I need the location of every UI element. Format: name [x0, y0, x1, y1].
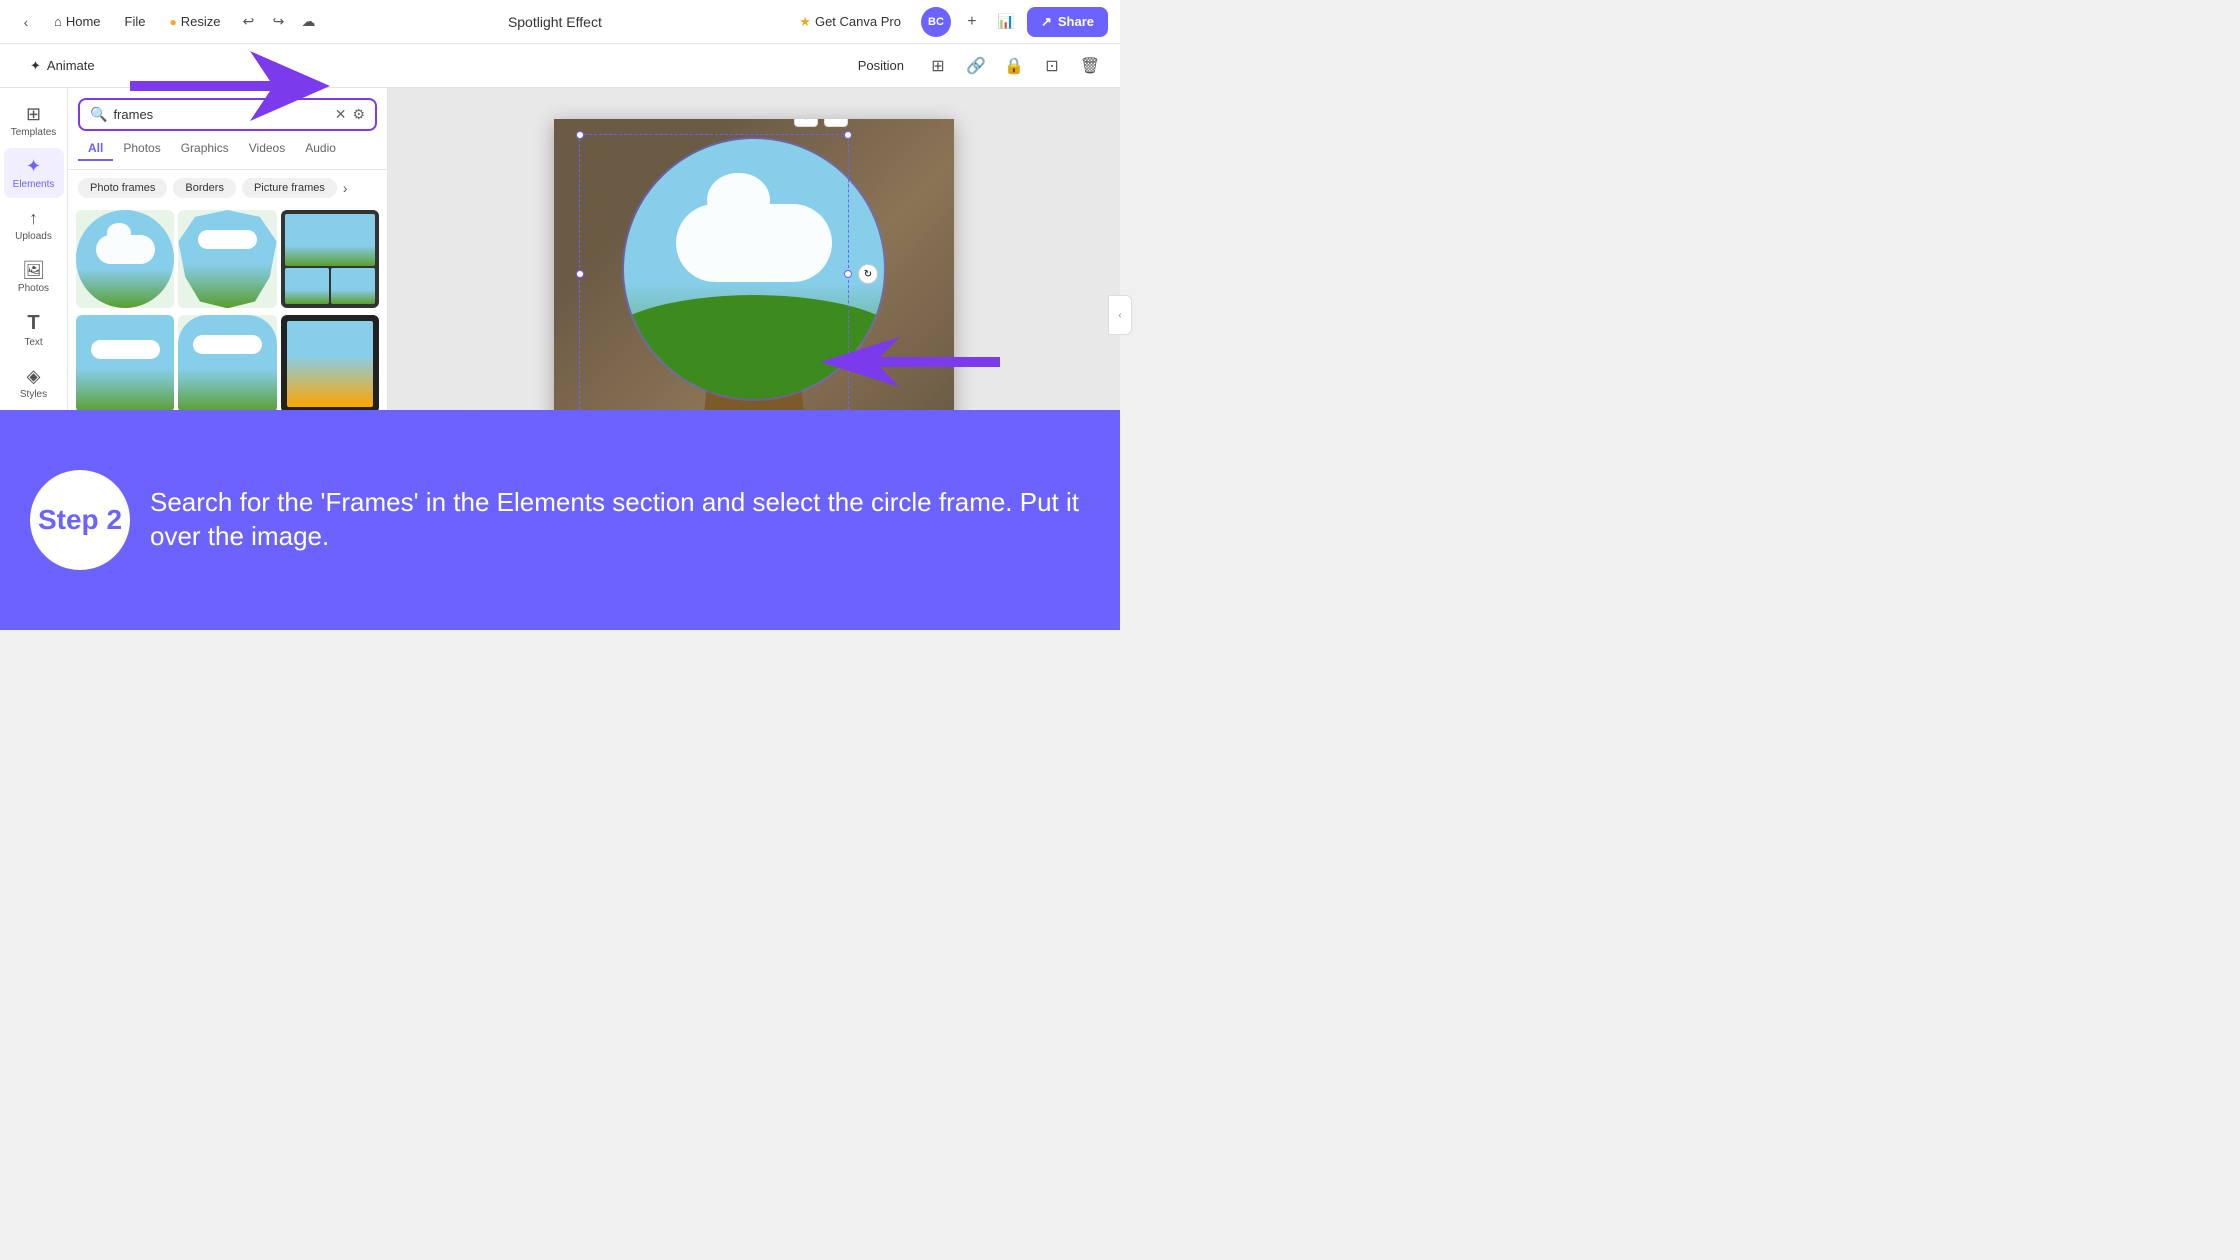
- tag-scroll-right[interactable]: ›: [343, 178, 348, 198]
- position-label: Position: [858, 58, 904, 73]
- save-status-button[interactable]: ☁: [295, 8, 323, 36]
- pro-label: Get Canva Pro: [815, 14, 901, 29]
- animate-icon: ✦: [30, 58, 41, 74]
- position-button[interactable]: Position: [848, 52, 914, 79]
- share-button[interactable]: ↗ Share: [1027, 7, 1108, 37]
- file-label: File: [125, 14, 146, 29]
- animate-button[interactable]: ✦ Animate: [16, 52, 109, 80]
- elements-icon: ✦: [26, 156, 41, 177]
- frame-item-3[interactable]: [281, 210, 379, 308]
- tag-borders[interactable]: Borders: [173, 178, 236, 198]
- redo-button[interactable]: ↪: [265, 8, 293, 36]
- tab-graphics[interactable]: Graphics: [171, 137, 239, 161]
- photos-icon: 🖼: [22, 260, 45, 281]
- cloud-element: [676, 204, 832, 282]
- handle-top-left[interactable]: [576, 131, 584, 139]
- uploads-icon: ↑: [29, 208, 38, 229]
- share-label: Share: [1058, 14, 1094, 29]
- elements-label: Elements: [13, 179, 55, 190]
- frame-item-4[interactable]: [76, 315, 174, 413]
- step-circle: Step 2: [30, 470, 130, 570]
- resize-icon: ●: [170, 15, 177, 29]
- grid-button[interactable]: ⊞: [924, 52, 952, 80]
- sidebar-item-uploads[interactable]: ↑ Uploads: [4, 200, 64, 250]
- bottom-overlay: Step 2 Search for the 'Frames' in the El…: [0, 410, 1120, 630]
- get-pro-button[interactable]: ★ Get Canva Pro: [787, 8, 913, 36]
- uploads-label: Uploads: [15, 231, 52, 242]
- expand-button[interactable]: ↗: [824, 119, 848, 127]
- search-icon: 🔍: [90, 106, 107, 123]
- search-clear-button[interactable]: ✕: [335, 106, 347, 123]
- resize-label: Resize: [181, 14, 221, 29]
- topbar-left: ‹ ⌂ Home File ● Resize ↩ ↪ ☁: [12, 8, 323, 36]
- sidebar-item-styles[interactable]: ◈ Styles: [4, 358, 64, 408]
- templates-label: Templates: [11, 127, 57, 138]
- bottom-content: Step 2 Search for the 'Frames' in the El…: [0, 430, 1120, 630]
- home-button[interactable]: ⌂ Home: [44, 10, 111, 33]
- tab-photos[interactable]: Photos: [113, 137, 170, 161]
- sidebar-item-photos[interactable]: 🖼 Photos: [4, 252, 64, 302]
- step-number: Step 2: [38, 504, 122, 536]
- text-label: Text: [24, 337, 42, 348]
- crop-button[interactable]: ⊡: [1038, 52, 1066, 80]
- resize-button[interactable]: ● Resize: [160, 10, 231, 33]
- home-label: Home: [66, 14, 101, 29]
- analytics-button[interactable]: 📊: [993, 9, 1019, 35]
- styles-icon: ◈: [27, 366, 41, 387]
- tag-photo-frames[interactable]: Photo frames: [78, 178, 167, 198]
- delete-button[interactable]: 🗑: [1076, 52, 1104, 80]
- topbar-right: ★ Get Canva Pro BC + 📊 ↗ Share: [787, 7, 1108, 37]
- step-instruction: Search for the 'Frames' in the Elements …: [150, 486, 1090, 554]
- share-icon: ↗: [1041, 14, 1052, 30]
- sidebar-item-elements[interactable]: ✦ Elements: [4, 148, 64, 198]
- frame-item-6[interactable]: [281, 315, 379, 413]
- second-toolbar-right: Position ⊞ 🔗 🔒 ⊡ 🗑: [848, 52, 1104, 80]
- templates-icon: ⊞: [26, 104, 41, 125]
- frame-item-1[interactable]: [76, 210, 174, 308]
- topbar: ‹ ⌂ Home File ● Resize ↩ ↪ ☁ Spotlight E…: [0, 0, 1120, 44]
- topbar-center: Spotlight Effect: [331, 14, 780, 30]
- undo-button[interactable]: ↩: [235, 8, 263, 36]
- search-filter-button[interactable]: ⚙: [352, 106, 365, 123]
- sidebar-item-text[interactable]: T Text: [4, 304, 64, 356]
- avatar: BC: [921, 7, 951, 37]
- frame-item-5[interactable]: [178, 315, 276, 413]
- lock-button[interactable]: 🔒: [1000, 52, 1028, 80]
- photos-label: Photos: [18, 283, 49, 294]
- sidebar-item-templates[interactable]: ⊞ Templates: [4, 96, 64, 146]
- back-button[interactable]: ‹: [12, 8, 40, 36]
- handle-top-right[interactable]: [844, 131, 852, 139]
- tab-videos[interactable]: Videos: [239, 137, 295, 161]
- animate-label: Animate: [47, 58, 95, 73]
- filter-tabs: All Photos Graphics Videos Audio: [68, 137, 387, 170]
- arrow-to-search: [130, 88, 330, 131]
- crown-icon: ★: [799, 14, 811, 30]
- styles-label: Styles: [20, 389, 47, 400]
- arrow-right: [820, 332, 1000, 397]
- add-collaborator-button[interactable]: +: [959, 9, 985, 35]
- tag-picture-frames[interactable]: Picture frames: [242, 178, 337, 198]
- selection-toolbar: ⊕ ↗: [794, 119, 848, 127]
- tab-all[interactable]: All: [78, 137, 113, 161]
- home-icon: ⌂: [54, 14, 62, 29]
- link-button[interactable]: 🔗: [962, 52, 990, 80]
- text-icon: T: [27, 312, 39, 335]
- duplicate-button[interactable]: ⊕: [794, 119, 818, 127]
- handle-mid-left[interactable]: [576, 270, 584, 278]
- file-button[interactable]: File: [115, 10, 156, 33]
- history-nav: ↩ ↪ ☁: [235, 8, 323, 36]
- frame-item-2[interactable]: [178, 210, 276, 308]
- tab-audio[interactable]: Audio: [295, 137, 346, 161]
- tag-filters: Photo frames Borders Picture frames ›: [68, 170, 387, 206]
- document-title: Spotlight Effect: [508, 14, 602, 30]
